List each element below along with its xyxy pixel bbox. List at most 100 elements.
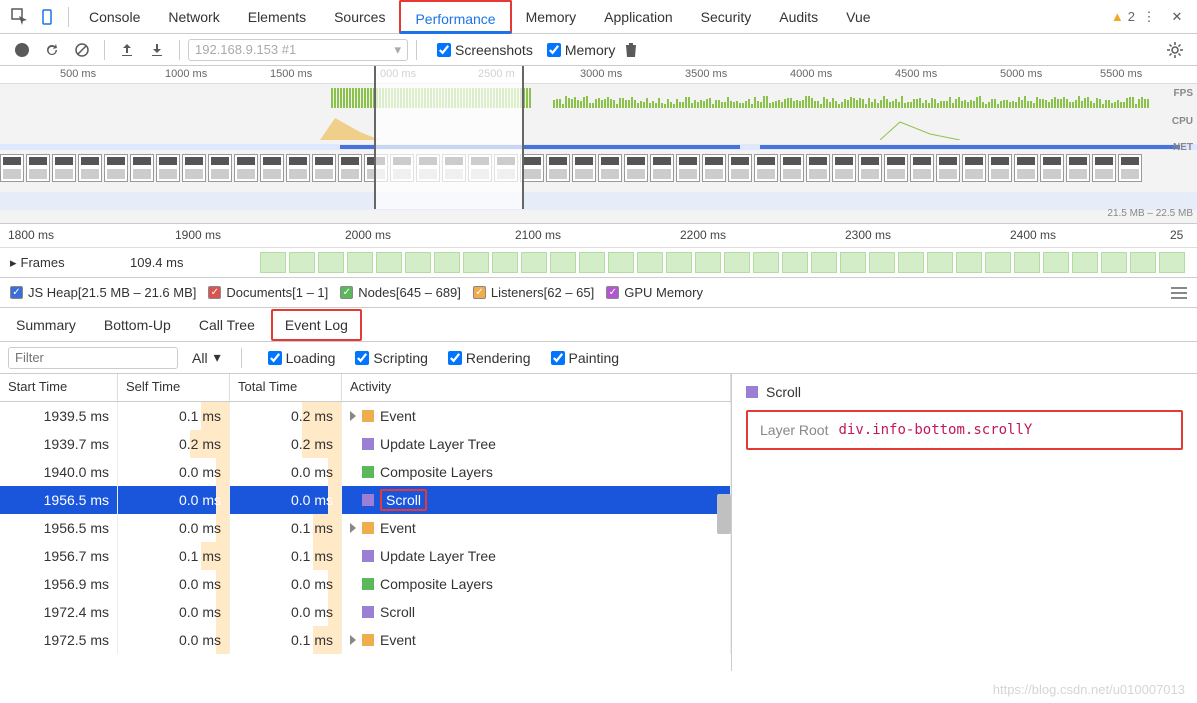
separator	[68, 7, 69, 27]
mem-listeners[interactable]: ✓Listeners[62 – 65]	[473, 285, 594, 300]
trash-icon[interactable]	[617, 36, 645, 64]
mem-gpu[interactable]: ✓GPU Memory	[606, 285, 703, 300]
table-row[interactable]: 1940.0 ms0.0 ms0.0 msComposite Layers	[0, 458, 731, 486]
tab-performance[interactable]: Performance	[399, 0, 511, 34]
inspect-icon[interactable]	[6, 3, 34, 31]
dtick: 2200 ms	[680, 228, 726, 242]
fps-lane	[0, 84, 1197, 108]
chk-label: Painting	[569, 350, 620, 366]
detail-ruler: 1800 ms 1900 ms 2000 ms 2100 ms 2200 ms …	[0, 224, 1197, 248]
chk-rendering[interactable]: Rendering	[448, 350, 531, 366]
activity-color-icon	[362, 606, 374, 618]
memory-filters: ✓JS Heap[21.5 MB – 21.6 MB] ✓Documents[1…	[0, 278, 1197, 308]
mem-documents[interactable]: ✓Documents[1 – 1]	[208, 285, 328, 300]
mem-label: Listeners[62 – 65]	[491, 285, 594, 300]
tick: 1000 ms	[165, 68, 207, 80]
perf-toolbar: 192.168.9.153 #1 ▾ Screenshots Memory	[0, 34, 1197, 66]
overview-timeline[interactable]: 500 ms 1000 ms 1500 ms 000 ms 2500 m 300…	[0, 66, 1197, 224]
expand-icon	[350, 551, 356, 561]
tab-memory[interactable]: Memory	[512, 0, 591, 34]
filter-select[interactable]: All▾	[186, 349, 227, 366]
close-icon[interactable]: ✕	[1163, 3, 1191, 31]
separator	[241, 348, 242, 368]
chk-label: Rendering	[466, 350, 531, 366]
clear-icon[interactable]	[68, 36, 96, 64]
cpu-label: CPU	[1172, 116, 1193, 127]
tab-audits[interactable]: Audits	[765, 0, 832, 34]
table-head: Start Time Self Time Total Time Activity	[0, 374, 731, 402]
menu-icon[interactable]	[1171, 287, 1187, 299]
tab-network[interactable]: Network	[154, 0, 233, 34]
tick: 5500 ms	[1100, 68, 1142, 80]
activity-name: Composite Layers	[380, 576, 493, 592]
table-row[interactable]: 1956.5 ms0.0 ms0.0 msScroll	[0, 486, 731, 514]
table-row[interactable]: 1956.7 ms0.1 ms0.1 msUpdate Layer Tree	[0, 542, 731, 570]
tick: 4500 ms	[895, 68, 937, 80]
filmstrip	[0, 154, 1197, 186]
gear-icon[interactable]	[1161, 36, 1189, 64]
fps-label: FPS	[1174, 88, 1193, 99]
table-row[interactable]: 1956.5 ms0.0 ms0.1 msEvent	[0, 514, 731, 542]
warning-icon: ▲	[1111, 9, 1124, 24]
frames-value: 109.4 ms	[130, 255, 260, 270]
device-icon[interactable]	[34, 3, 62, 31]
activity-color-icon	[362, 578, 374, 590]
scrollbar-thumb[interactable]	[717, 494, 731, 534]
table-row[interactable]: 1972.4 ms0.0 ms0.0 msScroll	[0, 598, 731, 626]
table-row[interactable]: 1956.9 ms0.0 ms0.0 msComposite Layers	[0, 570, 731, 598]
screenshots-label: Screenshots	[455, 42, 533, 58]
tab-application[interactable]: Application	[590, 0, 687, 34]
expand-icon	[350, 411, 356, 421]
recording-selector[interactable]: 192.168.9.153 #1 ▾	[188, 39, 408, 61]
table-row[interactable]: 1972.5 ms0.0 ms0.1 msEvent	[0, 626, 731, 654]
col-start[interactable]: Start Time	[0, 374, 118, 401]
mem-nodes[interactable]: ✓Nodes[645 – 689]	[340, 285, 461, 300]
dtick: 2300 ms	[845, 228, 891, 242]
activity-name: Event	[380, 632, 416, 648]
col-activity[interactable]: Activity	[342, 374, 731, 401]
subtab-bottomup[interactable]: Bottom-Up	[92, 311, 183, 339]
expand-icon	[350, 439, 356, 449]
warnings-badge[interactable]: ▲ 2	[1111, 9, 1135, 24]
chk-loading[interactable]: Loading	[268, 350, 336, 366]
upload-icon[interactable]	[113, 36, 141, 64]
subtab-eventlog[interactable]: Event Log	[271, 309, 362, 341]
separator	[104, 40, 105, 60]
tab-elements[interactable]: Elements	[234, 0, 320, 34]
select-value: All	[192, 350, 208, 366]
tab-vue[interactable]: Vue	[832, 0, 884, 34]
mem-jsheap[interactable]: ✓JS Heap[21.5 MB – 21.6 MB]	[10, 285, 196, 300]
expand-icon	[350, 607, 356, 617]
table-row[interactable]: 1939.5 ms0.1 ms0.2 msEvent	[0, 402, 731, 430]
download-icon[interactable]	[143, 36, 171, 64]
col-self[interactable]: Self Time	[118, 374, 230, 401]
expand-icon	[350, 579, 356, 589]
cpu-lane	[0, 112, 1197, 140]
memory-checkbox[interactable]: Memory	[547, 42, 616, 58]
event-log-table: Start Time Self Time Total Time Activity…	[0, 374, 732, 671]
kebab-icon[interactable]: ⋮	[1135, 3, 1163, 31]
selection-window[interactable]	[374, 66, 524, 209]
devtools-topbar: Console Network Elements Sources Perform…	[0, 0, 1197, 34]
activity-name: Composite Layers	[380, 464, 493, 480]
chk-scripting[interactable]: Scripting	[355, 350, 427, 366]
detail-title: Scroll	[746, 384, 1183, 400]
tab-sources[interactable]: Sources	[320, 0, 399, 34]
col-total[interactable]: Total Time	[230, 374, 342, 401]
tab-console[interactable]: Console	[75, 0, 154, 34]
detail-code: div.info-bottom.scrollY	[838, 422, 1032, 438]
frames-row[interactable]: ▸ Frames 109.4 ms	[0, 248, 1197, 278]
filter-input[interactable]	[8, 347, 178, 369]
tab-security[interactable]: Security	[687, 0, 766, 34]
table-row[interactable]: 1939.7 ms0.2 ms0.2 msUpdate Layer Tree	[0, 430, 731, 458]
chk-painting[interactable]: Painting	[551, 350, 620, 366]
screenshots-checkbox[interactable]: Screenshots	[437, 42, 533, 58]
separator	[179, 40, 180, 60]
separator	[416, 40, 417, 60]
subtab-calltree[interactable]: Call Tree	[187, 311, 267, 339]
reload-icon[interactable]	[38, 36, 66, 64]
dtick: 25	[1170, 228, 1183, 242]
subtab-summary[interactable]: Summary	[4, 311, 88, 339]
record-button[interactable]	[8, 36, 36, 64]
memory-label: Memory	[565, 42, 616, 58]
